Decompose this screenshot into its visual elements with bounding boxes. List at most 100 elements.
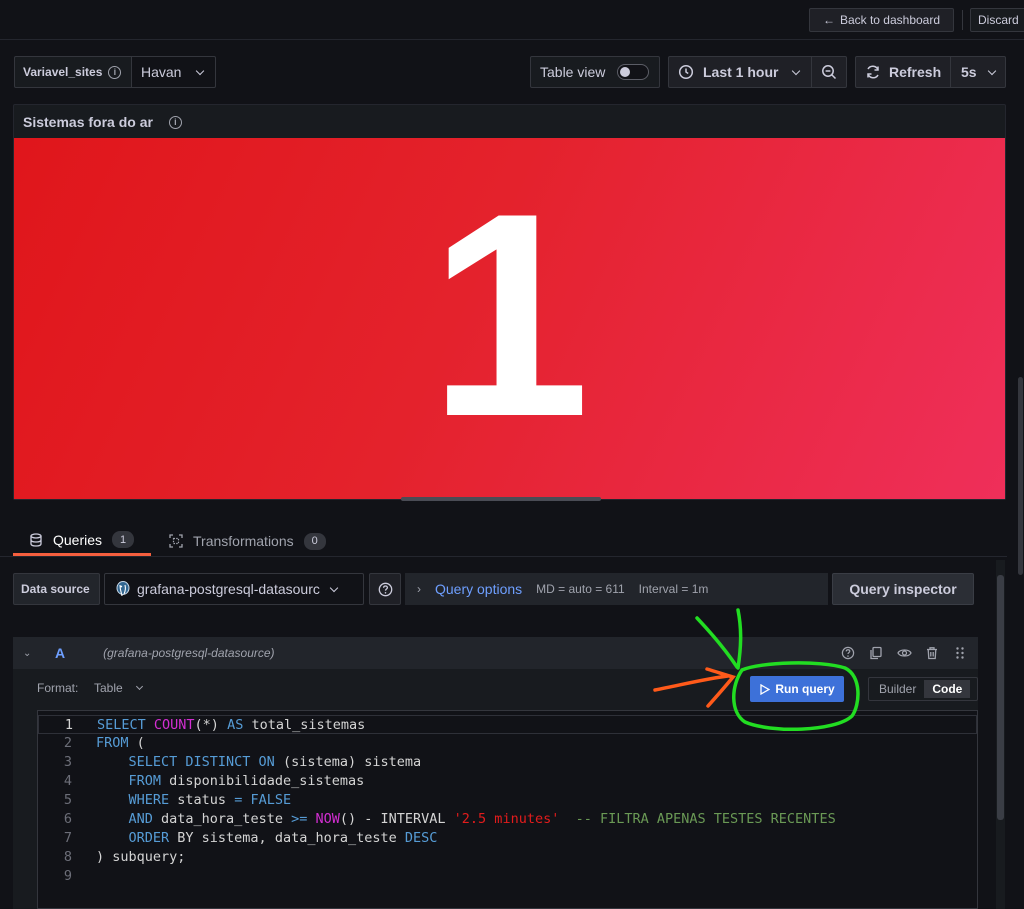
- code-token: ) subquery;: [96, 849, 186, 865]
- info-icon[interactable]: i: [108, 65, 122, 79]
- datasource-select[interactable]: grafana-postgresql-datasourc: [104, 573, 364, 605]
- stat-background: 1: [14, 138, 1005, 499]
- code-line[interactable]: 2 FROM (: [38, 734, 977, 753]
- code-line[interactable]: 5 WHERE status = FALSE: [38, 791, 977, 810]
- code-token: AS: [227, 717, 244, 733]
- code-line[interactable]: 6 AND data_hora_teste >= NOW() - INTERVA…: [38, 810, 977, 829]
- code-line[interactable]: 4 FROM disponibilidade_sistemas: [38, 772, 977, 791]
- code-token: WHERE: [128, 792, 170, 808]
- code-text: SELECT DISTINCT ON (sistema) sistema: [96, 753, 422, 772]
- back-to-dashboard-label: Back to dashboard: [839, 13, 941, 27]
- code-token: (*): [194, 717, 228, 733]
- code-line[interactable]: 8) subquery;: [38, 848, 977, 867]
- code-token: data_hora_teste: [152, 811, 292, 827]
- line-number: 4: [63, 773, 72, 789]
- tab-transformations[interactable]: Transformations 0: [167, 526, 347, 556]
- trash-icon[interactable]: [924, 645, 940, 661]
- code-token: FROM: [128, 773, 162, 789]
- toggle-switch[interactable]: [617, 64, 650, 80]
- mode-code[interactable]: Code: [924, 680, 971, 698]
- query-options-row[interactable]: › Query options MD = auto = 611 Interval…: [405, 573, 828, 605]
- table-view-toggle[interactable]: Table view: [530, 56, 660, 88]
- code-token: () - INTERVAL: [339, 811, 454, 827]
- editor-mode-toggle: Builder Code: [868, 677, 978, 701]
- drag-handle-icon[interactable]: [952, 645, 968, 661]
- code-token: SELECT: [97, 717, 154, 733]
- code-token: '2.5 minutes': [453, 811, 560, 827]
- query-options-label: Query options: [435, 581, 523, 597]
- back-to-dashboard-button[interactable]: ← Back to dashboard: [809, 8, 954, 32]
- code-token: disponibilidade_sistemas: [161, 773, 365, 789]
- code-token: FALSE: [250, 792, 292, 808]
- chevron-down-icon: [196, 66, 205, 75]
- query-ref-id[interactable]: A: [55, 645, 65, 661]
- max-data-points-info: MD = auto = 611: [536, 582, 625, 596]
- datasource-name: grafana-postgresql-datasourc: [137, 581, 320, 597]
- tabs-divider: [0, 556, 1007, 557]
- refresh-button[interactable]: Refresh: [855, 56, 951, 88]
- help-icon[interactable]: [840, 645, 856, 661]
- collapse-icon[interactable]: ⌄: [23, 648, 35, 659]
- format-value: Table: [94, 681, 123, 695]
- panel-resize-handle[interactable]: [401, 497, 601, 501]
- mode-builder[interactable]: Builder: [871, 680, 924, 698]
- code-text: FROM (: [96, 734, 145, 753]
- eye-icon[interactable]: [896, 645, 912, 661]
- discard-button[interactable]: Discard: [970, 8, 1024, 32]
- toolbar-divider: [962, 10, 963, 30]
- code-token: ORDER: [128, 830, 170, 846]
- arrow-left-icon: ←: [822, 13, 835, 27]
- run-query-button[interactable]: Run query: [750, 676, 844, 702]
- code-token: -- FILTRA APENAS TESTES RECENTES: [575, 811, 836, 827]
- code-line[interactable]: 9: [38, 867, 977, 886]
- code-token: NOW: [315, 811, 340, 827]
- query-inspector-button[interactable]: Query inspector: [832, 573, 974, 605]
- help-icon: [378, 582, 392, 596]
- tab-queries[interactable]: Queries 1: [13, 526, 151, 556]
- query-row-actions: [840, 645, 968, 661]
- stat-panel: Sistemas fora do ar i 1: [13, 104, 1006, 500]
- code-token: total_sistemas: [243, 717, 366, 733]
- variable-label: Variavel_sites i: [14, 56, 132, 88]
- code-line[interactable]: 7 ORDER BY sistema, data_hora_teste DESC: [38, 829, 977, 848]
- code-line[interactable]: 3 SELECT DISTINCT ON (sistema) sistema: [38, 753, 977, 772]
- chevron-down-icon: [329, 583, 339, 592]
- code-text: AND data_hora_teste >= NOW() - INTERVAL …: [96, 810, 836, 829]
- queries-count-badge: 1: [112, 531, 135, 548]
- chevron-down-icon: [987, 66, 996, 75]
- code-token: status: [169, 792, 235, 808]
- variable-select[interactable]: Havan: [131, 56, 216, 88]
- line-number: 1: [64, 717, 73, 733]
- chevron-down-icon: [792, 66, 801, 75]
- time-range-picker[interactable]: Last 1 hour: [668, 56, 812, 88]
- postgresql-icon: [116, 581, 130, 597]
- datasource-help-button[interactable]: [369, 573, 401, 605]
- stat-value: 1: [428, 152, 591, 477]
- interval-info: Interval = 1m: [638, 582, 709, 596]
- tab-queries-label: Queries: [53, 531, 103, 548]
- copy-icon[interactable]: [868, 645, 884, 661]
- code-token: BY sistema, data_hora_teste: [169, 830, 405, 846]
- refresh-icon: [867, 65, 879, 79]
- editor-scrollbar-thumb[interactable]: [997, 575, 1004, 820]
- line-number: 6: [63, 811, 72, 827]
- info-icon[interactable]: i: [168, 115, 182, 129]
- code-line[interactable]: 1 SELECT COUNT(*) AS total_sistemas: [38, 715, 977, 734]
- sql-code-editor[interactable]: 1 SELECT COUNT(*) AS total_sistemas 2 FROM …: [37, 710, 978, 909]
- page-scrollbar-thumb[interactable]: [1018, 377, 1023, 575]
- datasource-label: Data source: [13, 573, 100, 605]
- query-datasource-name: (grafana-postgresql-datasource): [103, 646, 275, 660]
- zoom-out-button[interactable]: [811, 56, 847, 88]
- clock-icon: [678, 64, 694, 80]
- refresh-interval-select[interactable]: 5s: [950, 56, 1006, 88]
- code-token: >=: [291, 811, 308, 827]
- format-select[interactable]: Table: [94, 681, 143, 695]
- panel-title-text: Sistemas fora do ar: [23, 114, 153, 130]
- code-text: FROM disponibilidade_sistemas: [96, 772, 365, 791]
- code-token: COUNT: [153, 717, 195, 733]
